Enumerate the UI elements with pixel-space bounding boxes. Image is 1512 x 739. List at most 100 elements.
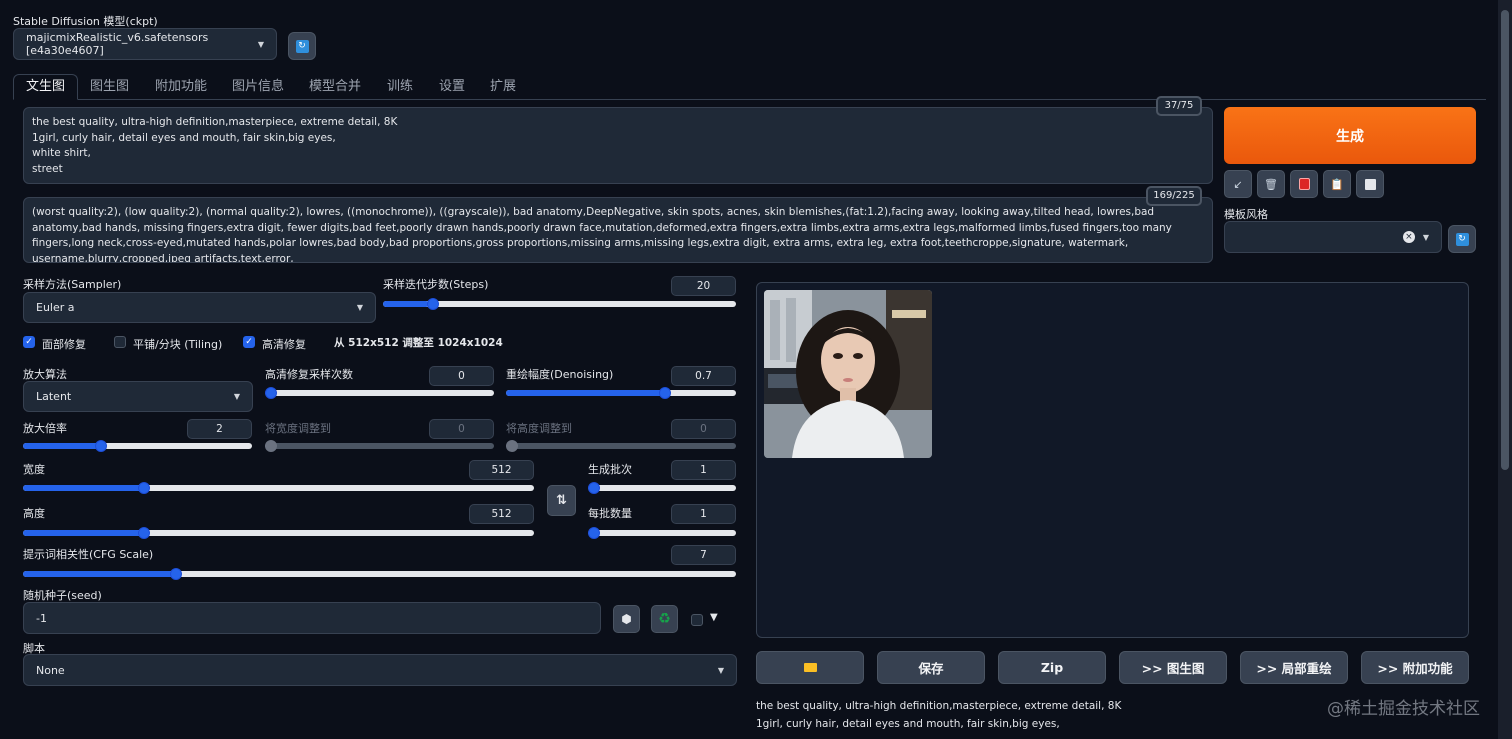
tab-extensions[interactable]: 扩展 <box>490 76 516 98</box>
watermark: @稀土掘金技术社区 <box>1327 699 1480 719</box>
dice-icon: ⬢ <box>621 612 632 626</box>
tab-settings[interactable]: 设置 <box>439 76 465 98</box>
chevron-down-icon: ▼ <box>233 392 240 401</box>
model-dropdown[interactable]: majicmixRealistic_v6.safetensors [e4a30e… <box>13 28 277 60</box>
batch-size-slider[interactable] <box>588 527 736 539</box>
resize-width-label: 将宽度调整到 <box>265 422 331 435</box>
sampler-label: 采样方法(Sampler) <box>23 278 122 291</box>
prompt-token-counter: 37/75 <box>1156 96 1202 116</box>
denoise-slider[interactable] <box>506 387 736 399</box>
generated-image[interactable] <box>764 290 932 458</box>
denoise-input[interactable]: 0.7 <box>671 366 736 386</box>
cfg-input[interactable]: 7 <box>671 545 736 565</box>
extra-seed-checkbox[interactable] <box>691 614 703 626</box>
height-thumb[interactable] <box>137 527 150 539</box>
batch-count-slider[interactable] <box>588 482 736 494</box>
scrollbar-thumb[interactable] <box>1501 10 1509 470</box>
steps-label: 采样迭代步数(Steps) <box>383 278 489 291</box>
batch-count-label: 生成批次 <box>588 463 632 476</box>
steps-slider[interactable] <box>383 298 736 310</box>
clear-prompt-button[interactable]: 🗑 <box>1257 170 1285 198</box>
extra-networks-button[interactable] <box>1290 170 1318 198</box>
cfg-slider[interactable] <box>23 568 736 580</box>
width-slider[interactable] <box>23 482 534 494</box>
negative-token-counter: 169/225 <box>1146 186 1202 206</box>
height-slider[interactable] <box>23 527 534 539</box>
height-input[interactable]: 512 <box>469 504 534 524</box>
tab-txt2img[interactable]: 文生图 <box>13 74 79 100</box>
save-style-button[interactable] <box>1356 170 1384 198</box>
zip-button[interactable]: Zip <box>998 651 1106 684</box>
seed-value: -1 <box>36 611 47 625</box>
hires-steps-input[interactable]: 0 <box>429 366 494 386</box>
steps-fill <box>383 301 429 307</box>
batch-size-label: 每批数量 <box>588 507 632 520</box>
tab-merge[interactable]: 模型合并 <box>309 76 361 98</box>
denoise-fill <box>506 390 667 396</box>
tiling-checkbox[interactable] <box>114 336 126 348</box>
scale-slider[interactable] <box>23 440 252 452</box>
batch-count-thumb[interactable] <box>588 482 600 494</box>
reuse-seed-button[interactable]: ♻ <box>651 605 678 633</box>
send-to-img2img-button[interactable]: >> 图生图 <box>1119 651 1227 684</box>
width-thumb[interactable] <box>137 482 150 494</box>
send-to-extras-button[interactable]: >> 附加功能 <box>1361 651 1469 684</box>
tab-png-info[interactable]: 图片信息 <box>232 76 284 98</box>
clipboard-icon: 📋 <box>1330 177 1344 191</box>
folder-icon <box>803 663 817 672</box>
upscaler-dropdown[interactable]: Latent ▼ <box>23 381 253 412</box>
script-dropdown[interactable]: None ▼ <box>23 654 737 686</box>
scale-fill <box>23 443 99 449</box>
scale-input[interactable]: 2 <box>187 419 252 439</box>
face-restore-label: 面部修复 <box>42 338 86 351</box>
prompt-input[interactable]: the best quality, ultra-high definition,… <box>23 107 1213 184</box>
batch-count-input[interactable]: 1 <box>671 460 736 480</box>
batch-size-thumb[interactable] <box>588 527 600 539</box>
refresh-model-button[interactable]: ↻ <box>288 32 316 60</box>
refresh-style-button[interactable]: ↻ <box>1448 225 1476 253</box>
cfg-thumb[interactable] <box>170 568 183 580</box>
scale-label: 放大倍率 <box>23 422 67 435</box>
swap-dimensions-button[interactable]: ⇅ <box>547 485 576 516</box>
face-restore-checkbox[interactable]: ✓ <box>23 336 35 348</box>
denoise-label: 重绘幅度(Denoising) <box>506 368 614 381</box>
steps-input[interactable]: 20 <box>671 276 736 296</box>
hires-steps-slider[interactable] <box>265 387 494 399</box>
script-value: None <box>36 663 65 677</box>
tab-extras[interactable]: 附加功能 <box>155 76 207 98</box>
height-label: 高度 <box>23 507 45 520</box>
random-seed-button[interactable]: ⬢ <box>613 605 640 633</box>
resize-width-input: 0 <box>429 419 494 439</box>
chevron-down-icon: ▼ <box>356 303 363 312</box>
scrollbar[interactable] <box>1498 0 1512 739</box>
generate-button[interactable]: 生成 <box>1224 107 1476 164</box>
scale-thumb[interactable] <box>94 440 107 452</box>
hires-steps-thumb[interactable] <box>265 387 277 399</box>
extra-seed-toggle-icon[interactable]: ▼ <box>710 612 718 623</box>
style-dropdown[interactable]: × ▼ <box>1224 221 1442 253</box>
style-label: 模板风格 <box>1224 208 1268 221</box>
negative-prompt-input[interactable]: (worst quality:2), (low quality:2), (nor… <box>23 197 1213 263</box>
send-to-inpaint-button[interactable]: >> 局部重绘 <box>1240 651 1348 684</box>
steps-thumb[interactable] <box>427 298 440 310</box>
apply-style-button[interactable]: 📋 <box>1323 170 1351 198</box>
open-folder-button[interactable] <box>756 651 864 684</box>
batch-size-input[interactable]: 1 <box>671 504 736 524</box>
swap-icon: ⇅ <box>556 493 567 508</box>
sampler-dropdown[interactable]: Euler a ▼ <box>23 292 376 323</box>
trash-icon: 🗑 <box>1264 177 1278 191</box>
resize-height-slider <box>506 440 736 452</box>
hires-checkbox[interactable]: ✓ <box>243 336 255 348</box>
width-label: 宽度 <box>23 463 45 476</box>
clear-icon[interactable]: × <box>1402 231 1415 243</box>
resize-width-slider <box>265 440 494 452</box>
width-input[interactable]: 512 <box>469 460 534 480</box>
save-button[interactable]: 保存 <box>877 651 985 684</box>
denoise-thumb[interactable] <box>658 387 671 399</box>
tab-train[interactable]: 训练 <box>387 76 413 98</box>
seed-input[interactable]: -1 <box>23 602 601 634</box>
read-params-button[interactable]: ↙ <box>1224 170 1252 198</box>
tab-divider <box>13 99 1486 100</box>
model-selected: majicmixRealistic_v6.safetensors [e4a30e… <box>26 31 209 57</box>
tab-img2img[interactable]: 图生图 <box>90 76 129 98</box>
